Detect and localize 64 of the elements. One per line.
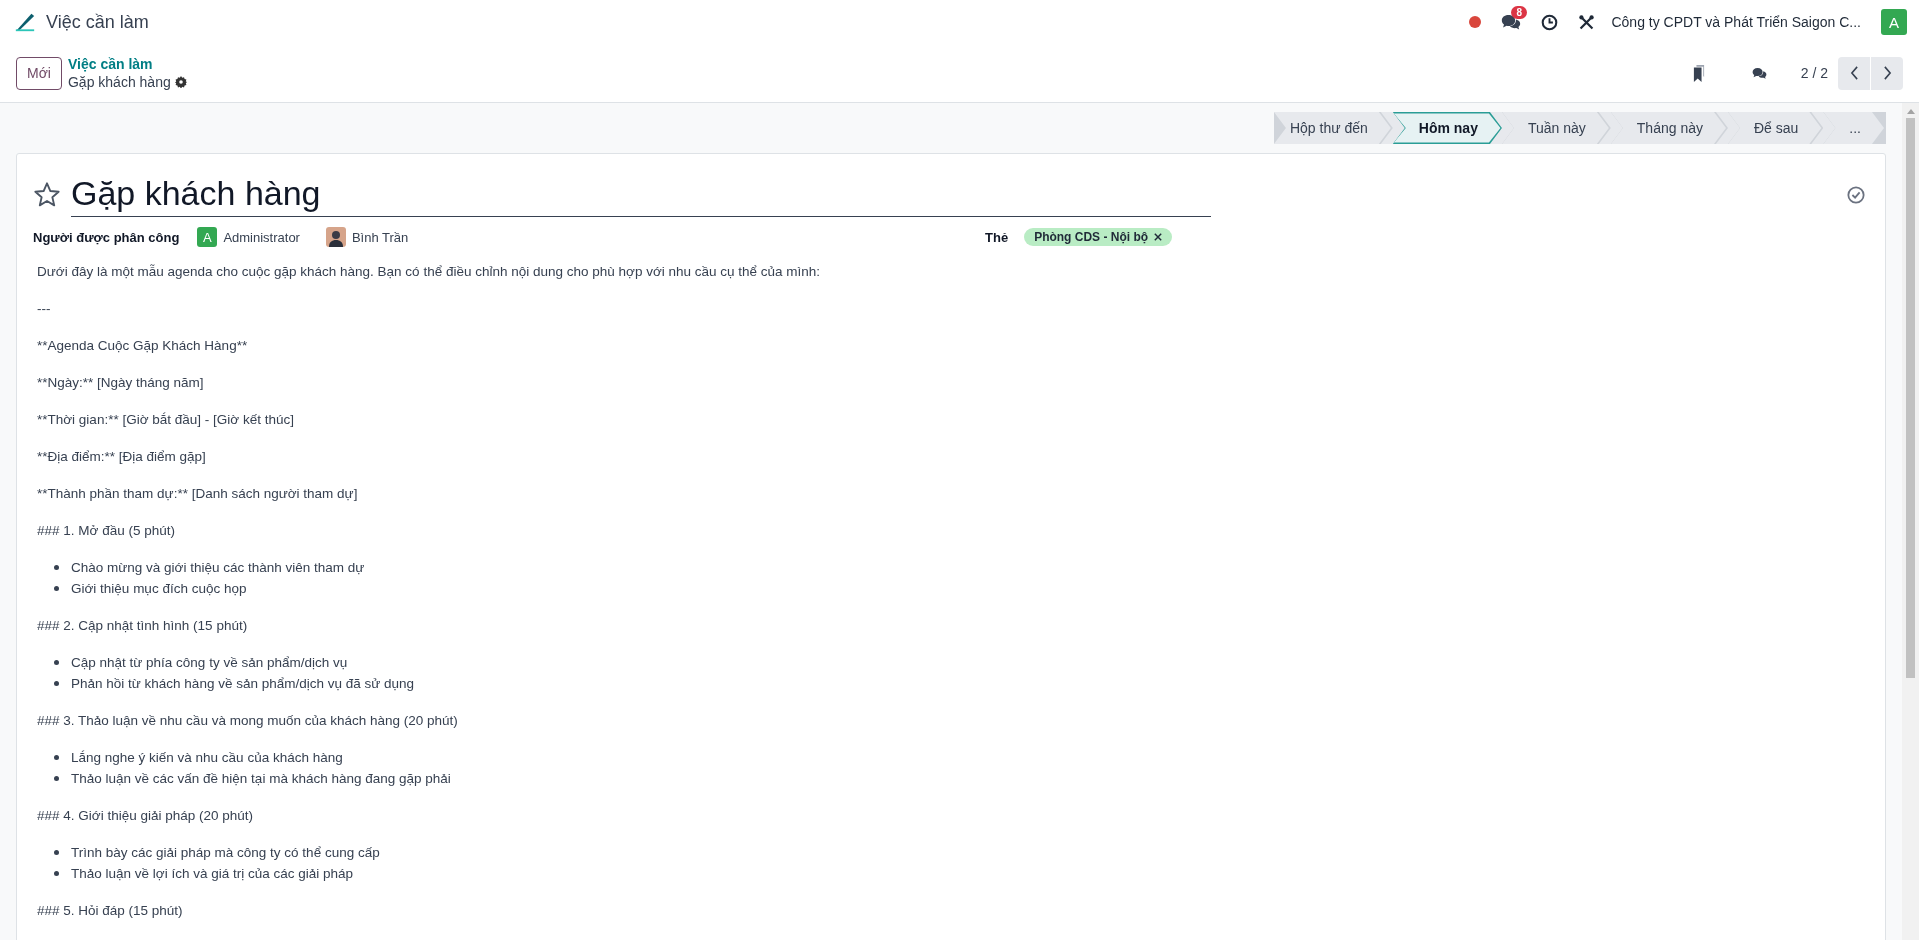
bullet-icon <box>54 565 59 570</box>
bullet-icon <box>54 776 59 781</box>
bullet-item: Cập nhật từ phía công ty về sản phẩm/dịch vụ <box>71 654 348 672</box>
bullet-item: Chào mừng và giới thiệu các thành viên tham dự <box>71 559 365 577</box>
company-switcher[interactable]: Công ty CPDT và Phát Triển Saigon C... <box>1611 14 1861 30</box>
chevron-left-icon <box>1849 66 1859 80</box>
assignee-name: Bình Trần <box>351 229 409 245</box>
bookmark-icon[interactable] <box>1691 64 1706 82</box>
bullet-item: Giới thiệu mục đích cuộc họp <box>71 580 247 598</box>
tools-icon[interactable] <box>1578 13 1596 31</box>
description-paragraph: ### 1. Mở đầu (5 phút) <box>37 522 176 540</box>
description-paragraph: ### 3. Thảo luận về nhu cầu và mong muốn của khách hàng (20 phút) <box>37 712 459 730</box>
description-paragraph: --- <box>37 300 52 318</box>
clock-icon[interactable] <box>1541 13 1559 31</box>
bullet-icon <box>54 850 59 855</box>
stage-tab[interactable]: Tuần này <box>1501 112 1611 144</box>
breadcrumb-link[interactable]: Việc cần làm <box>67 55 187 73</box>
description-paragraph: ### 4. Giới thiệu giải pháp (20 phút) <box>37 807 254 825</box>
check-circle-icon[interactable] <box>1847 185 1865 204</box>
description-paragraph: Dưới đây là một mẫu agenda cho cuộc gặp khách hàng. Bạn có thể điều chỉnh nội dung cho phù hợp với nhu cầu cụ thể của mình: <box>37 263 822 281</box>
notification-badge: 8 <box>1511 5 1528 19</box>
bullet-item: Phản hồi từ khách hàng về sản phẩm/dịch vụ đã sử dụng <box>71 675 415 693</box>
bullet-icon <box>54 681 59 686</box>
star-icon[interactable] <box>33 180 61 209</box>
status-dot-icon[interactable] <box>1469 16 1482 28</box>
bullet-icon <box>54 871 59 876</box>
description-paragraph: **Thời gian:** [Giờ bắt đầu] - [Giờ kết thúc] <box>37 411 295 429</box>
avatar-icon: A <box>197 227 218 247</box>
bullet-icon <box>54 660 59 665</box>
assignee-name: Administrator <box>223 229 300 245</box>
tag[interactable]: Phòng CDS - Nội bộ <box>1024 228 1173 246</box>
chat-icon[interactable] <box>1751 66 1767 80</box>
field-label: Thẻ <box>985 229 1009 245</box>
stage-tab[interactable]: Hộp thư đến <box>1273 112 1393 144</box>
new-button[interactable]: Mới <box>16 56 62 90</box>
bullet-item: Thảo luận về các vấn đề hiện tại mà khách hàng đang gặp phải <box>71 770 451 788</box>
stage-tab[interactable]: Tháng này <box>1610 112 1728 144</box>
previous-button[interactable] <box>1838 56 1870 90</box>
bullet-icon <box>54 755 59 760</box>
pager-value: 2 / 2 <box>1800 65 1828 81</box>
app-logo-icon[interactable] <box>14 11 36 33</box>
stage-tab[interactable]: Để sau <box>1727 112 1824 144</box>
record-name: Gặp khách hàng <box>67 73 171 91</box>
chevron-right-icon <box>1882 66 1892 80</box>
next-button[interactable] <box>1871 56 1903 90</box>
title-field[interactable]: Gặp khách hàng <box>71 172 1211 217</box>
stage-tab[interactable]: Hôm nay <box>1392 112 1502 144</box>
gear-icon[interactable] <box>174 76 187 88</box>
description-paragraph: **Agenda Cuộc Gặp Khách Hàng** <box>37 337 249 355</box>
bullet-icon <box>54 586 59 591</box>
bullet-item: Thảo luận về lợi ích và giá trị của các giải pháp <box>71 865 353 883</box>
stage-tab[interactable]: ... <box>1823 112 1886 144</box>
description-paragraph: ### 5. Hỏi đáp (15 phút) <box>37 902 184 920</box>
bullet-item: Trình bày các giải pháp mà công ty có thể cung cấp <box>71 844 380 862</box>
scrollbar[interactable] <box>1902 103 1919 940</box>
bullet-item: Lắng nghe ý kiến và nhu cầu của khách hàng <box>71 749 343 767</box>
close-icon[interactable] <box>1154 233 1163 241</box>
description-paragraph: **Thành phần tham dự:** [Danh sách người tham dự] <box>37 485 359 503</box>
avatar-icon <box>325 227 346 247</box>
description-paragraph: **Địa điểm:** [Địa điểm gặp] <box>37 448 207 466</box>
description-paragraph: **Ngày:** [Ngày tháng năm] <box>37 374 205 392</box>
app-title: Việc cần làm <box>46 11 149 33</box>
field-label: Người được phân công <box>33 229 180 245</box>
description-paragraph: ### 2. Cập nhật tình hình (15 phút) <box>37 617 249 635</box>
